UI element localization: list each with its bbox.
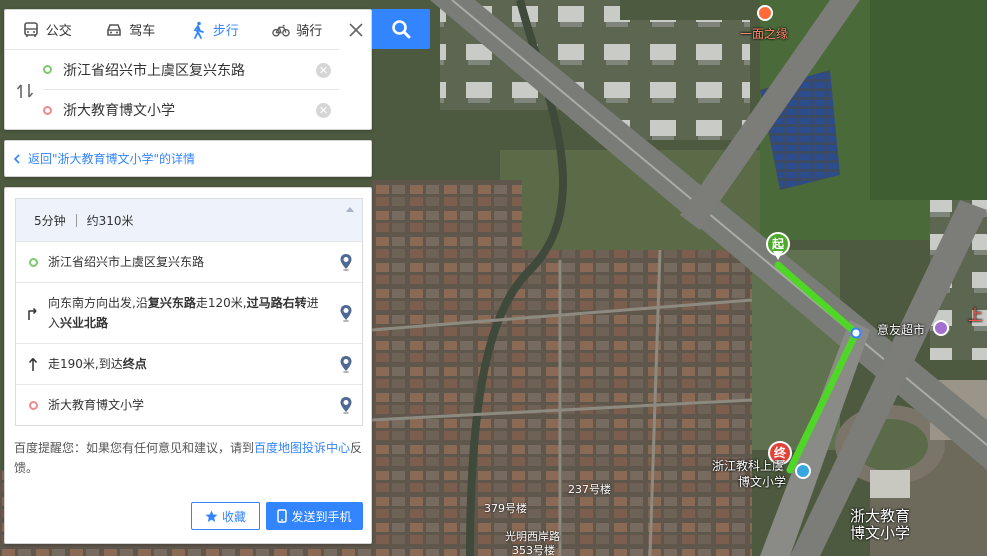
search-button[interactable] bbox=[372, 9, 430, 49]
swap-endpoints-button[interactable] bbox=[15, 82, 35, 100]
step-end-text: 浙大教育博文小学 bbox=[48, 398, 145, 412]
step-2-text: 走190米,到达终点 bbox=[48, 357, 147, 371]
shop-poi-icon[interactable] bbox=[933, 320, 949, 336]
tab-walk-label: 步行 bbox=[212, 24, 239, 39]
poi-label-noodle-shop[interactable]: 一面之缘 bbox=[740, 25, 788, 42]
end-dot-icon bbox=[43, 105, 52, 115]
map-pin-icon[interactable] bbox=[339, 355, 353, 373]
route-search-panel: 公交 驾车 步行 骑行 ✕ ✕ bbox=[4, 9, 372, 130]
building-label-353: 353号楼 bbox=[512, 544, 555, 556]
feedback-tip: 百度提醒您：如果您有任何意见和建议，请到百度地图投诉中心反馈。 bbox=[14, 438, 366, 478]
tab-bike[interactable]: 骑行 bbox=[256, 10, 340, 49]
tab-walk[interactable]: 步行 bbox=[172, 10, 256, 49]
favorite-label: 收藏 bbox=[221, 509, 246, 524]
phone-icon bbox=[277, 509, 288, 523]
tab-bus[interactable]: 公交 bbox=[5, 10, 89, 49]
school-small-line2: 博文小学 bbox=[738, 475, 787, 489]
building-label-237: 237号楼 bbox=[568, 483, 611, 496]
edge-place-label: 上 bbox=[968, 306, 984, 324]
travel-mode-tabs: 公交 驾车 步行 骑行 bbox=[5, 10, 339, 50]
star-icon bbox=[205, 510, 218, 522]
step-2[interactable]: 走190米,到达终点 bbox=[16, 343, 362, 384]
close-icon bbox=[349, 23, 363, 37]
poi-label-supermarket[interactable]: 意友超市 bbox=[877, 321, 925, 338]
tab-car-label: 驾车 bbox=[129, 24, 156, 39]
map-pin-icon[interactable] bbox=[339, 253, 353, 271]
clear-start-button[interactable]: ✕ bbox=[316, 63, 331, 78]
step-1-text: 向东南方向出发,沿复兴东路走120米,过马路右转进入兴业北路 bbox=[48, 296, 319, 330]
school-big-line1: 浙大教育 bbox=[850, 507, 911, 525]
poi-label-school-small[interactable]: 浙江教科上虞 博文小学 bbox=[712, 458, 786, 490]
route-start-marker[interactable]: 起 bbox=[766, 232, 790, 260]
route-steps: 5分钟 约310米 浙江省绍兴市上虞区复兴东路 向东南方向出发,沿复兴东路走12… bbox=[15, 198, 363, 426]
chevron-left-icon bbox=[14, 153, 20, 164]
route-distance: 约310米 bbox=[86, 213, 134, 228]
car-icon bbox=[107, 23, 122, 36]
turn-right-icon bbox=[28, 307, 37, 320]
route-duration: 5分钟 bbox=[34, 213, 66, 228]
complaint-center-link[interactable]: 百度地图投诉中心 bbox=[254, 441, 350, 455]
bike-icon bbox=[272, 24, 291, 37]
back-link-text: 返回"浙大教育博文小学"的详情 bbox=[28, 152, 196, 166]
send-to-phone-button[interactable]: 发送到手机 bbox=[266, 502, 363, 530]
clear-end-button[interactable]: ✕ bbox=[316, 103, 331, 118]
tab-car[interactable]: 驾车 bbox=[89, 10, 173, 49]
step-1[interactable]: 向东南方向出发,沿复兴东路走120米,过马路右转进入兴业北路 bbox=[16, 282, 362, 343]
map-pin-icon[interactable] bbox=[339, 304, 353, 322]
step-end[interactable]: 浙大教育博文小学 bbox=[16, 384, 362, 425]
collapse-arrow-icon[interactable] bbox=[346, 207, 354, 212]
tab-bike-label: 骑行 bbox=[296, 24, 323, 39]
back-to-details-link[interactable]: 返回"浙大教育博文小学"的详情 bbox=[4, 140, 372, 177]
tab-bus-label: 公交 bbox=[45, 24, 72, 39]
building-label-379: 379号楼 bbox=[484, 502, 527, 515]
route-detail-panel: 5分钟 约310米 浙江省绍兴市上虞区复兴东路 向东南方向出发,沿复兴东路走12… bbox=[4, 187, 372, 544]
end-dot-icon bbox=[29, 400, 38, 410]
start-dot-icon bbox=[29, 257, 38, 267]
step-start[interactable]: 浙江省绍兴市上虞区复兴东路 bbox=[16, 241, 362, 282]
step-start-text: 浙江省绍兴市上虞区复兴东路 bbox=[48, 255, 205, 269]
school-poi-icon[interactable] bbox=[795, 463, 811, 479]
start-point-input[interactable] bbox=[63, 61, 303, 78]
school-big-line2: 博文小学 bbox=[850, 524, 911, 542]
bus-icon bbox=[23, 21, 38, 37]
school-small-line1: 浙江教科上虞 bbox=[712, 459, 785, 473]
favorite-button[interactable]: 收藏 bbox=[191, 502, 260, 530]
end-point-row: ✕ bbox=[43, 90, 339, 130]
swap-icon bbox=[16, 84, 34, 98]
send-label: 发送到手机 bbox=[291, 509, 352, 524]
end-point-input[interactable] bbox=[63, 102, 303, 118]
poi-label-school-big[interactable]: 浙大教育 博文小学 bbox=[850, 508, 910, 542]
restaurant-poi-icon[interactable] bbox=[757, 5, 773, 21]
map-pin-icon[interactable] bbox=[339, 396, 353, 414]
search-icon bbox=[392, 20, 411, 39]
tip-prefix: 百度提醒您：如果您有任何意见和建议，请到 bbox=[14, 441, 255, 455]
close-button[interactable] bbox=[339, 10, 373, 50]
start-point-row: ✕ bbox=[43, 50, 339, 90]
walk-icon bbox=[193, 21, 204, 39]
route-summary[interactable]: 5分钟 约310米 bbox=[16, 199, 362, 241]
straight-arrow-icon bbox=[28, 358, 38, 371]
start-dot-icon bbox=[43, 65, 52, 74]
